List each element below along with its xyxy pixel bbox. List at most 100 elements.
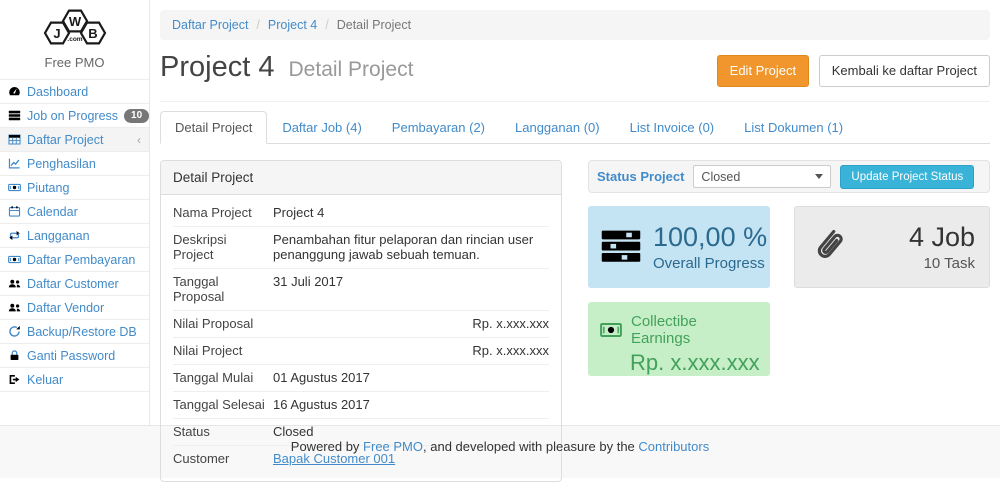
detail-row-label: Tanggal Proposal: [173, 274, 273, 304]
detail-row-deskripsi: Deskripsi Project Penambahan fitur pelap…: [173, 227, 549, 269]
contributors-link[interactable]: Contributors: [638, 439, 709, 454]
detail-row-nilai-proposal: Nilai Proposal Rp. x.xxx.xxx: [173, 311, 549, 338]
app-body: W J B .com Free PMO Dashboard Job on Pro…: [0, 0, 1000, 425]
refresh-icon: [8, 325, 21, 338]
calendar-icon: [8, 205, 21, 218]
tab-list-dokumen[interactable]: List Dokumen (1): [729, 111, 858, 144]
project-name: Project 4: [160, 51, 274, 83]
sidebar-item-label: Daftar Customer: [27, 277, 119, 291]
sidebar-item-penghasilan[interactable]: Penghasilan: [0, 152, 149, 176]
footer-text: , and developed with pleasure by the: [423, 439, 638, 454]
detail-row-value: 01 Agustus 2017: [273, 370, 549, 385]
breadcrumb-project-4[interactable]: Project 4: [248, 18, 317, 32]
breadcrumb-daftar-project[interactable]: Daftar Project: [172, 18, 248, 32]
jobs-value: 4 Job: [909, 223, 975, 253]
status-column: Status Project Closed Update Project Sta…: [588, 160, 990, 482]
paperclip-icon: [809, 226, 849, 269]
sidebar-item-label: Ganti Password: [27, 349, 115, 363]
breadcrumb-current: Detail Project: [317, 18, 411, 32]
tasks-icon: [600, 225, 642, 270]
tab-detail-project[interactable]: Detail Project: [160, 111, 267, 144]
status-project-select[interactable]: Closed: [693, 165, 831, 188]
progress-value: 100,00 %: [653, 223, 767, 253]
tab-content: Detail Project Nama Project Project 4 De…: [160, 144, 990, 482]
jobs-box: 4 Job 10 Task: [794, 206, 990, 288]
sidebar-item-backup-restore[interactable]: Backup/Restore DB: [0, 320, 149, 344]
sidebar-item-daftar-project[interactable]: Daftar Project ‹: [0, 128, 149, 152]
sidebar-item-label: Piutang: [27, 181, 69, 195]
brand-name: Free PMO: [0, 52, 149, 79]
detail-row-tanggal-proposal: Tanggal Proposal 31 Juli 2017: [173, 269, 549, 311]
jwb-logo: W J B .com: [0, 0, 149, 52]
detail-row-label: Deskripsi Project: [173, 232, 273, 262]
detail-row-nama-project: Nama Project Project 4: [173, 200, 549, 227]
detail-project-panel: Detail Project Nama Project Project 4 De…: [160, 160, 562, 482]
money-icon: [600, 319, 622, 341]
detail-row-label: Customer: [173, 451, 273, 466]
back-to-list-button[interactable]: Kembali ke daftar Project: [819, 55, 990, 87]
detail-row-value: Rp. x.xxx.xxx: [273, 343, 549, 358]
sidebar-item-piutang[interactable]: Piutang: [0, 176, 149, 200]
sidebar-item-label: Keluar: [27, 373, 63, 387]
svg-text:B: B: [88, 26, 97, 41]
tab-pembayaran[interactable]: Pembayaran (2): [377, 111, 500, 144]
panel-title: Detail Project: [161, 161, 561, 195]
tab-langganan[interactable]: Langganan (0): [500, 111, 615, 144]
update-project-status-button[interactable]: Update Project Status: [840, 165, 974, 189]
dashboard-icon: [8, 85, 21, 98]
sidebar-item-ganti-password[interactable]: Ganti Password: [0, 344, 149, 368]
detail-row-value: Project 4: [273, 205, 549, 220]
table-icon: [8, 133, 21, 146]
overall-progress-box: 100,00 % Overall Progress: [588, 206, 770, 288]
svg-text:J: J: [53, 26, 60, 41]
money-icon: [8, 181, 21, 194]
detail-row-label: Tanggal Mulai: [173, 370, 273, 385]
sidebar-item-label: Job on Progress: [27, 109, 118, 123]
free-pmo-link[interactable]: Free PMO: [363, 439, 423, 454]
edit-project-button[interactable]: Edit Project: [717, 55, 809, 87]
svg-text:.com: .com: [67, 36, 82, 43]
select-caret-icon: [815, 174, 823, 179]
page-header: Project 4 Detail Project Edit Project Ke…: [160, 46, 990, 102]
progress-caption: Overall Progress: [653, 255, 767, 272]
tab-daftar-job[interactable]: Daftar Job (4): [267, 111, 376, 144]
sign-out-icon: [8, 373, 21, 386]
detail-row-value: Closed: [273, 424, 549, 439]
page-subtitle: Detail Project: [289, 58, 414, 81]
sidebar-item-label: Dashboard: [27, 85, 88, 99]
main-content: Daftar Project Project 4 Detail Project …: [150, 0, 1000, 425]
sidebar-item-daftar-customer[interactable]: Daftar Customer: [0, 272, 149, 296]
sidebar-item-label: Penghasilan: [27, 157, 96, 171]
header-buttons: Edit Project Kembali ke daftar Project: [717, 52, 990, 87]
sidebar-item-label: Daftar Pembayaran: [27, 253, 135, 267]
sidebar-nav: Dashboard Job on Progress 10 Daftar Proj…: [0, 79, 149, 392]
detail-row-label: Tanggal Selesai: [173, 397, 273, 412]
sidebar-item-job-on-progress[interactable]: Job on Progress 10: [0, 104, 149, 128]
sidebar-item-daftar-vendor[interactable]: Daftar Vendor: [0, 296, 149, 320]
detail-row-label: Nilai Proposal: [173, 316, 273, 331]
detail-row-value: 16 Agustus 2017: [273, 397, 549, 412]
sidebar-item-label: Langganan: [27, 229, 90, 243]
retweet-icon: [8, 229, 21, 242]
breadcrumb: Daftar Project Project 4 Detail Project: [160, 10, 990, 40]
earnings-title: Collectibe Earnings: [631, 313, 758, 347]
detail-row-value: Penambahan fitur pelaporan dan rincian u…: [273, 232, 549, 262]
svg-text:W: W: [68, 14, 81, 29]
detail-row-label: Nilai Project: [173, 343, 273, 358]
detail-row-value: 31 Juli 2017: [273, 274, 549, 304]
users-icon: [8, 301, 21, 314]
jobs-caption: 10 Task: [909, 255, 975, 272]
sidebar: W J B .com Free PMO Dashboard Job on Pro…: [0, 0, 150, 425]
sidebar-item-dashboard[interactable]: Dashboard: [0, 80, 149, 104]
sidebar-item-calendar[interactable]: Calendar: [0, 200, 149, 224]
sidebar-item-label: Daftar Project: [27, 133, 103, 147]
tab-bar: Detail Project Daftar Job (4) Pembayaran…: [160, 111, 990, 144]
sidebar-item-langganan[interactable]: Langganan: [0, 224, 149, 248]
job-count-badge: 10: [124, 109, 149, 123]
money-icon: [8, 253, 21, 266]
tab-list-invoice[interactable]: List Invoice (0): [615, 111, 730, 144]
sidebar-item-daftar-pembayaran[interactable]: Daftar Pembayaran: [0, 248, 149, 272]
sidebar-item-keluar[interactable]: Keluar: [0, 368, 149, 392]
stat-boxes: 100,00 % Overall Progress 4 Job 10 Task: [588, 206, 990, 288]
detail-row-label: Status: [173, 424, 273, 439]
